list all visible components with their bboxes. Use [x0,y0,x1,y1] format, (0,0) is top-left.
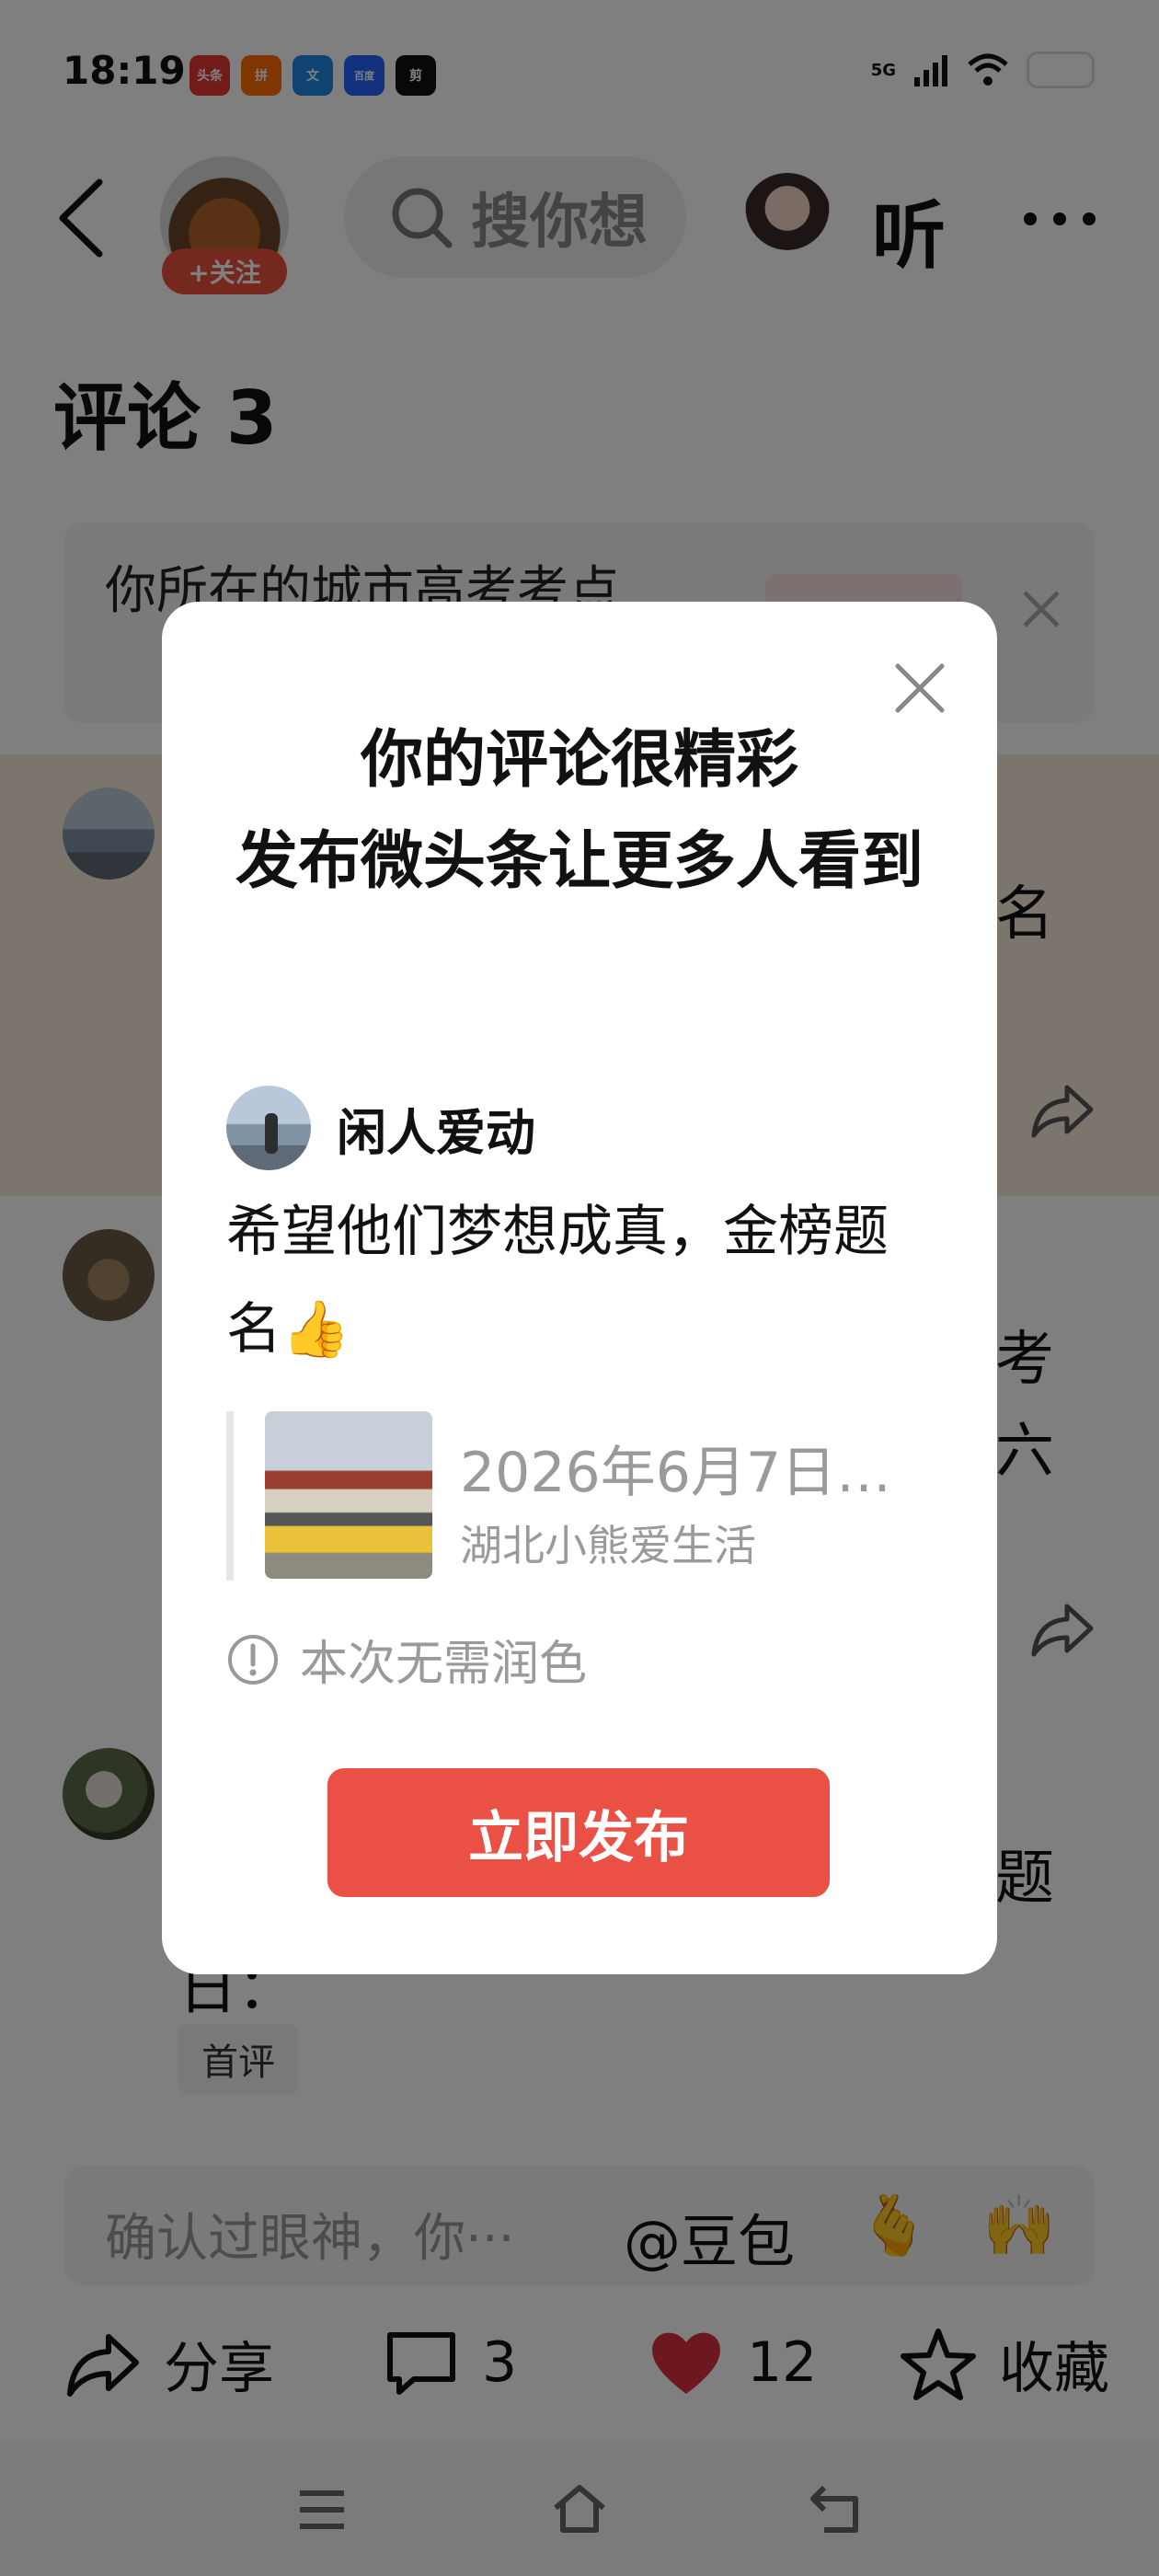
author-avatar [226,1086,311,1170]
article-thumbnail [265,1411,432,1579]
polish-notice-text: 本次无需润色 [300,1637,588,1692]
polish-notice: 本次无需润色 [226,1625,587,1694]
author-row: 闲人爱动 [226,1086,535,1170]
thumbs-up-emoji: 👍 [281,1297,350,1362]
author-name: 闲人爱动 [337,1103,535,1162]
quoted-article-title: 2026年6月7日… [460,1441,892,1505]
publish-micro-post-dialog: 你的评论很精彩 发布微头条让更多人看到 闲人爱动 希望他们梦想成真，金榜题名👍 … [162,602,997,1974]
quoted-article-source: 湖北小熊爱生活 [460,1521,756,1570]
dialog-title: 你的评论很精彩 发布微头条让更多人看到 [226,710,933,913]
dialog-title-text: 你的评论很精彩 发布微头条让更多人看到 [235,724,924,898]
quoted-article-card[interactable]: 2026年6月7日… 湖北小熊爱生活 [226,1411,935,1581]
publish-now-button[interactable]: 立即发布 [327,1768,830,1897]
info-circle-icon [228,1634,278,1685]
comment-content: 希望他们梦想成真，金榜题名👍 [226,1183,907,1378]
